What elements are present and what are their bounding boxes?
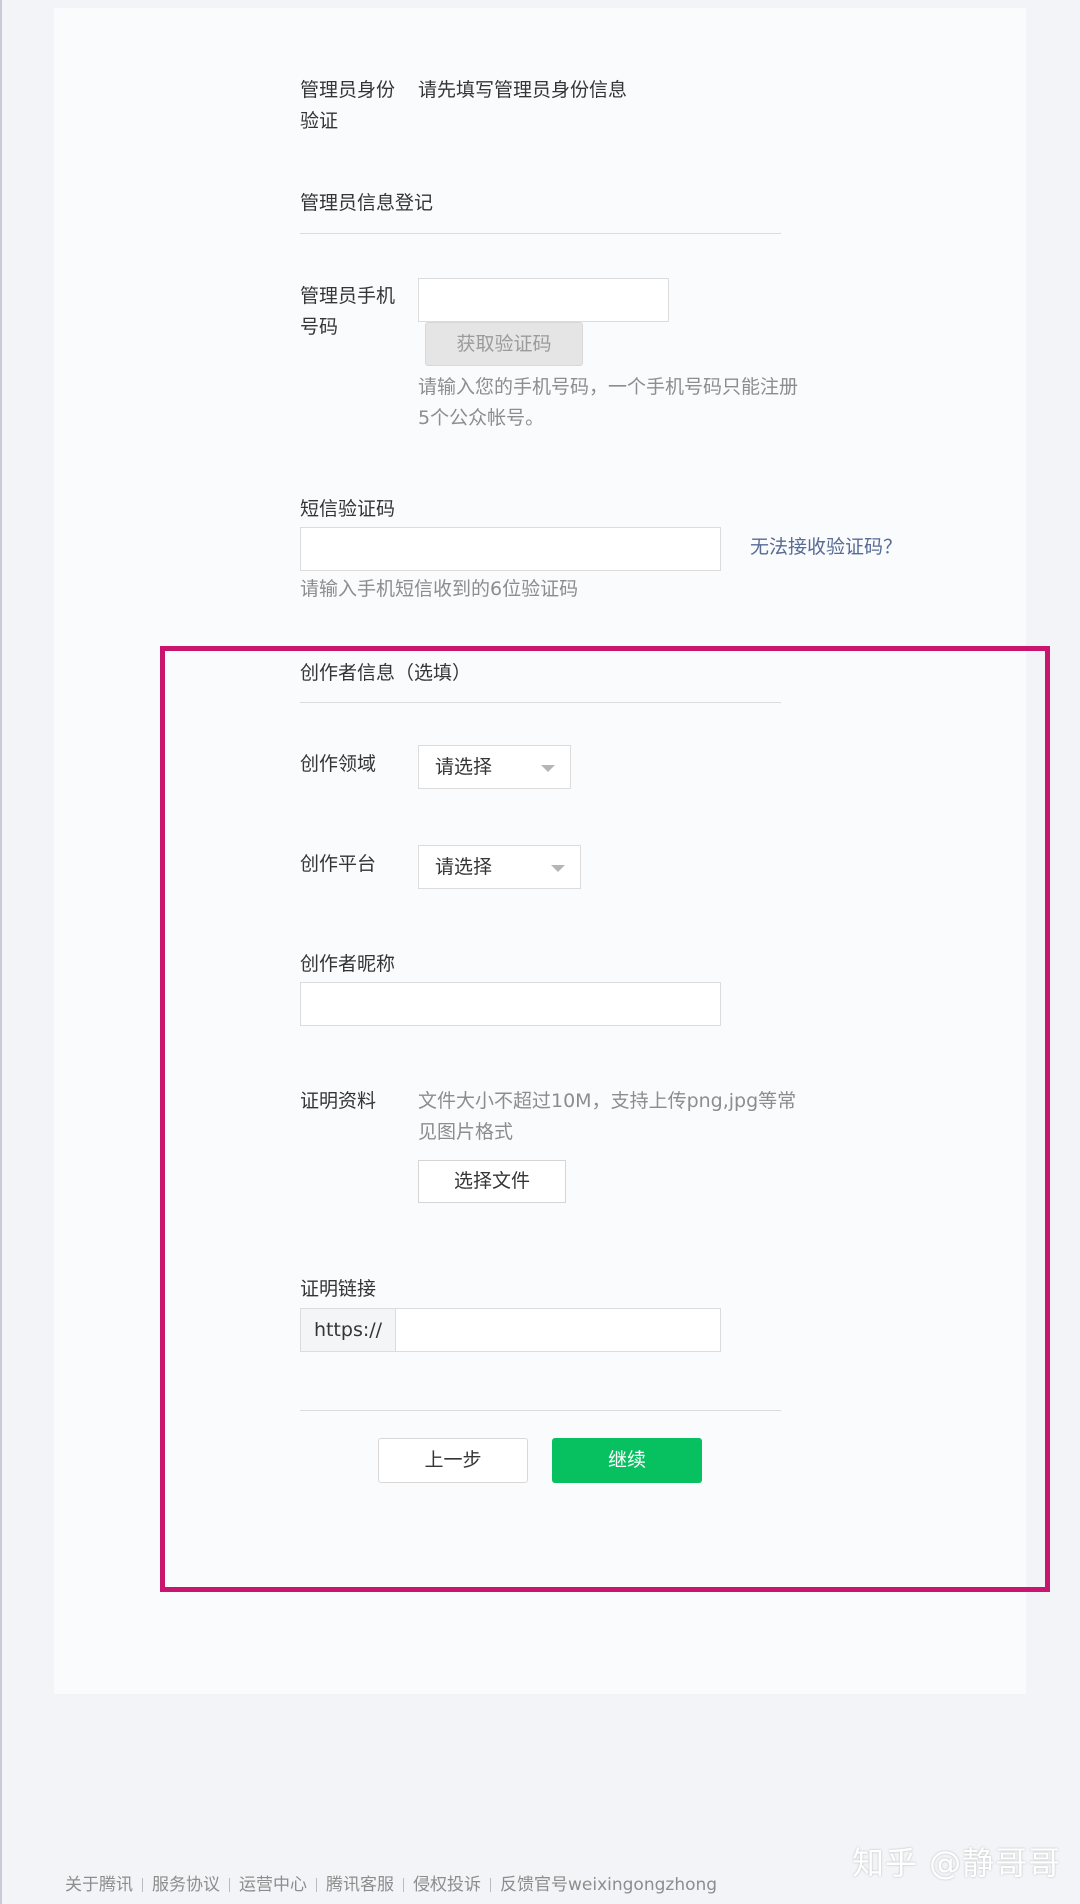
footer-link-infringement[interactable]: 侵权投诉 <box>413 1875 481 1895</box>
sms-label: 短信验证码 <box>300 498 396 520</box>
admin-verify-value: 请先填写管理员身份信息 <box>418 79 628 101</box>
cannot-receive-code-link[interactable]: 无法接收验证码？ <box>750 532 902 559</box>
footer-link-service-agreement[interactable]: 服务协议 <box>152 1875 220 1895</box>
left-edge-line <box>0 0 2 1904</box>
footer-separator <box>490 1878 491 1892</box>
footer-separator <box>142 1878 143 1892</box>
footer-link-feedback[interactable]: 反馈官号weixingongzhong <box>500 1875 717 1895</box>
get-code-button[interactable]: 获取验证码 <box>425 322 583 366</box>
phone-hint: 请输入您的手机号码，一个手机号码只能注册5个公众帐号。 <box>418 376 799 429</box>
footer-link-operations-center[interactable]: 运营中心 <box>239 1875 307 1895</box>
admin-verify-label: 管理员身份验证 <box>300 79 396 132</box>
footer-separator <box>229 1878 230 1892</box>
admin-section-divider <box>300 233 781 234</box>
footer-link-customer-service[interactable]: 腾讯客服 <box>326 1875 394 1895</box>
footer-separator <box>316 1878 317 1892</box>
admin-section-title: 管理员信息登记 <box>300 192 434 214</box>
phone-label: 管理员手机号码 <box>300 285 396 338</box>
sms-code-input[interactable] <box>300 527 721 571</box>
phone-input[interactable] <box>418 278 669 322</box>
footer-separator <box>403 1878 404 1892</box>
footer-links: 关于腾讯 服务协议 运营中心 腾讯客服 侵权投诉 反馈官号weixingongzhong <box>65 1870 717 1895</box>
annotation-highlight-box <box>160 646 1050 1592</box>
watermark: 知乎 @静哥哥 <box>852 1844 1062 1882</box>
footer-link-about[interactable]: 关于腾讯 <box>65 1875 133 1895</box>
sms-hint: 请输入手机短信收到的6位验证码 <box>300 578 579 600</box>
